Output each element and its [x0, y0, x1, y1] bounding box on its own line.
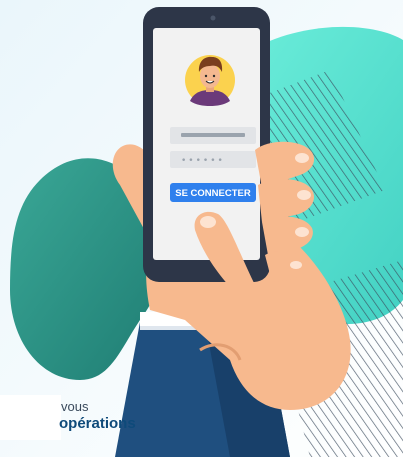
illustration-scene: •••••• SE CONNECTER [0, 0, 403, 457]
caption-line-2: opérations [59, 415, 136, 432]
login-illustration: •••••• SE CONNECTER vous opérations [0, 0, 403, 457]
caption-line-1: vous [61, 399, 89, 414]
user-avatar-icon [185, 55, 235, 106]
username-placeholder-bar [181, 133, 245, 137]
login-button[interactable]: SE CONNECTER [170, 183, 256, 202]
camera-dot-icon [210, 15, 216, 21]
caption-mask [0, 395, 61, 440]
password-mask: •••••• [181, 156, 225, 166]
login-button-label: SE CONNECTER [175, 188, 251, 199]
index-fingernail [200, 216, 216, 228]
